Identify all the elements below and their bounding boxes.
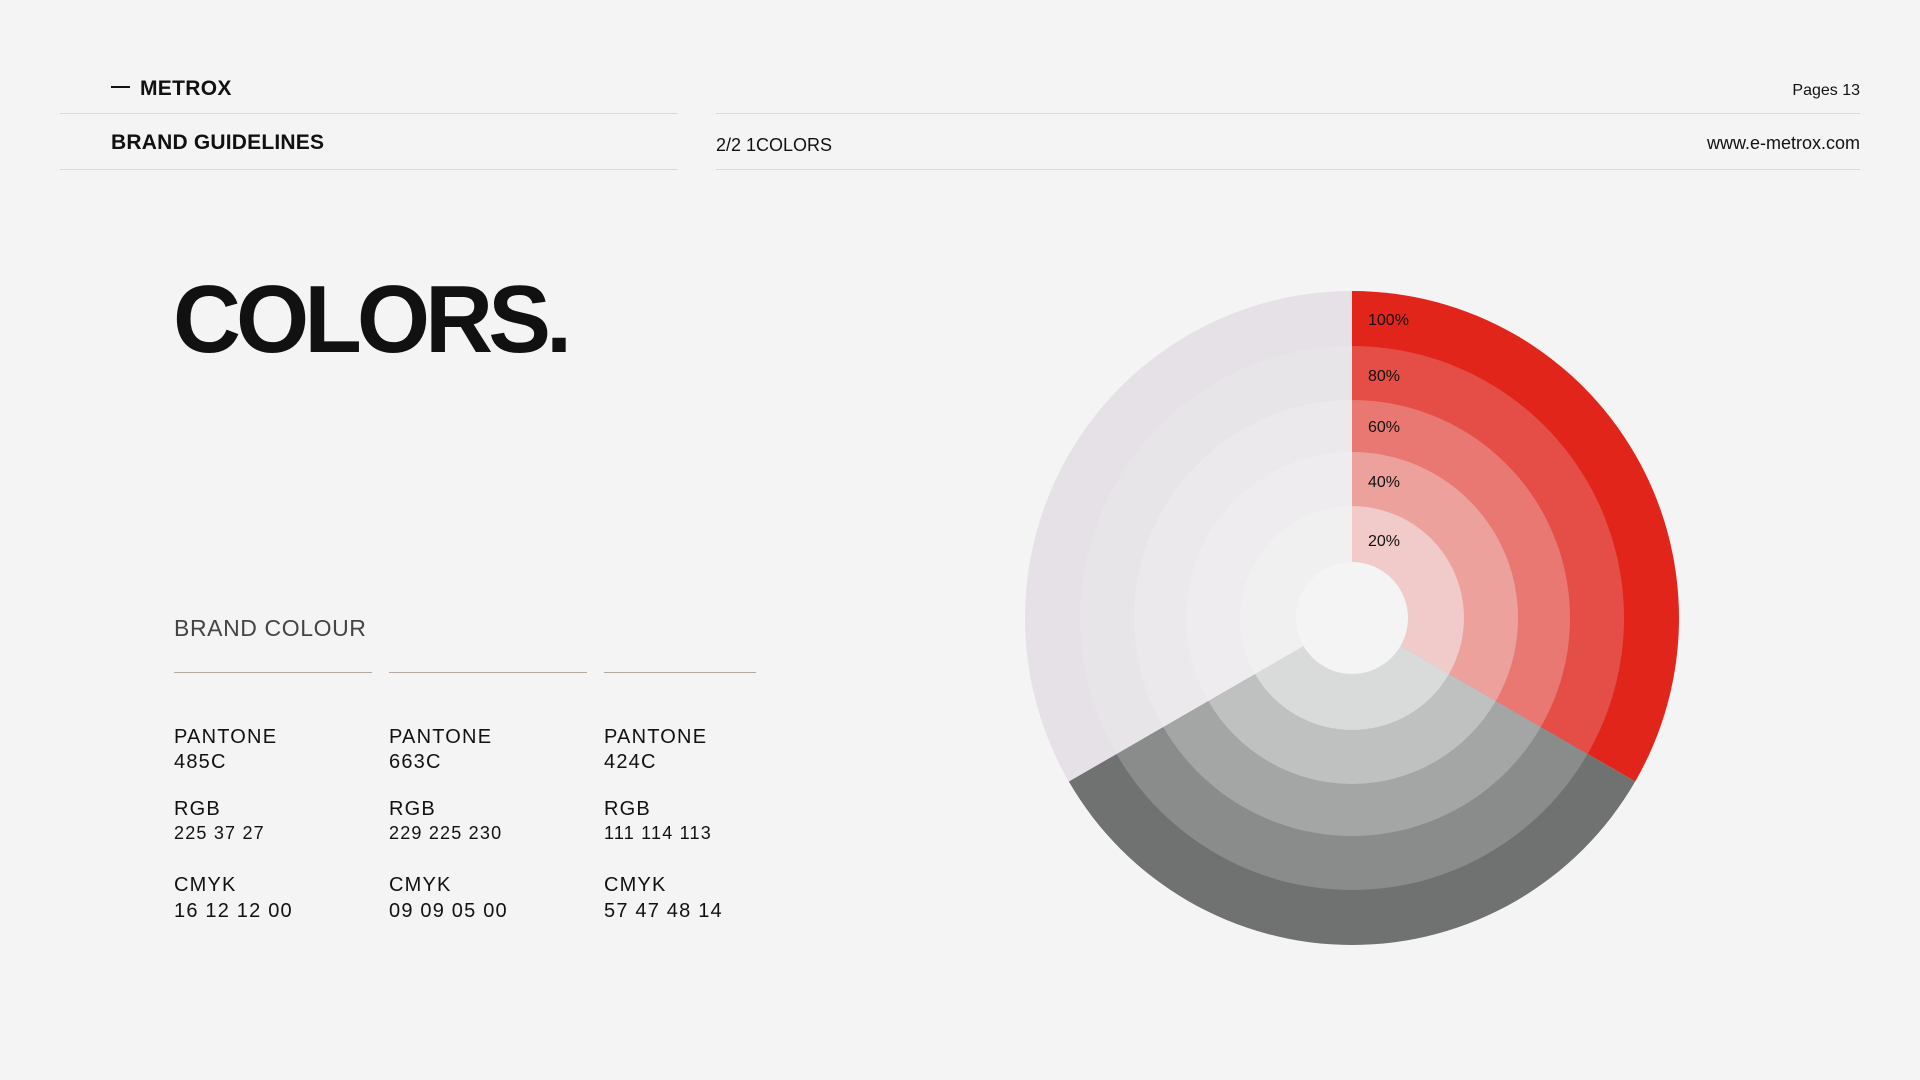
color-tint-wheel: 100% 80% 60% 40% 20% [1025, 291, 1679, 945]
wheel-center-hole [1296, 562, 1408, 674]
ring-label-100pct: 100% [1368, 312, 1409, 329]
ring-label-20pct: 20% [1368, 533, 1400, 550]
ring-label-80pct: 80% [1368, 368, 1400, 385]
ring-label-40pct: 40% [1368, 474, 1400, 491]
ring-label-60pct: 60% [1368, 419, 1400, 436]
